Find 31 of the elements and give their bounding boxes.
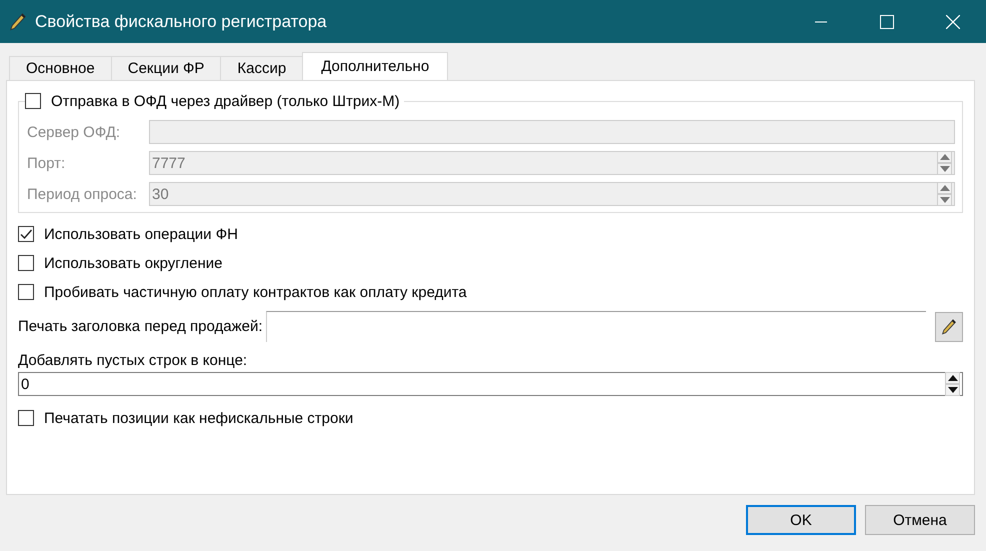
spin-field[interactable]: 7777 bbox=[149, 151, 955, 175]
close-icon[interactable] bbox=[946, 14, 960, 28]
pencil-icon[interactable] bbox=[941, 318, 957, 336]
checkbox[interactable] bbox=[18, 255, 34, 271]
input-field[interactable] bbox=[266, 311, 926, 342]
pencil-icon bbox=[9, 12, 27, 32]
field-label: Печать заголовка перед продажей: bbox=[18, 318, 263, 335]
spin-field[interactable]: 30 bbox=[149, 182, 955, 206]
spin-buttons[interactable] bbox=[945, 372, 960, 396]
checkbox-label: Использовать операции ФН bbox=[44, 226, 238, 242]
checkbox-label: Пробивать частичную оплату контрактов как оплату кредита bbox=[44, 284, 467, 300]
checkbox[interactable] bbox=[18, 226, 34, 242]
ok-button[interactable]: OK bbox=[746, 505, 856, 535]
cancel-button[interactable]: Отмена bbox=[865, 505, 975, 535]
spin-field[interactable]: 0 bbox=[18, 372, 963, 396]
checkbox[interactable] bbox=[18, 284, 34, 300]
checkbox[interactable] bbox=[18, 410, 34, 426]
checkbox-label: Печатать позиции как нефискальные строки bbox=[44, 410, 354, 426]
checkbox-label: Использовать округление bbox=[44, 254, 223, 272]
tab[interactable]: Дополнительно bbox=[302, 52, 448, 80]
tab[interactable]: Основное bbox=[9, 56, 112, 80]
edit-button[interactable] bbox=[935, 312, 963, 342]
field-label: Порт: bbox=[27, 154, 66, 172]
field-label: Период опроса: bbox=[27, 186, 138, 202]
field-label: Добавлять пустых строк в конце: bbox=[18, 352, 248, 369]
checkbox-label: Отправка в ОФД через драйвер (только Штрих-М) bbox=[51, 92, 400, 110]
window-title: Свойства фискального регистратора bbox=[35, 12, 328, 32]
field-label: Сервер ОФД: bbox=[27, 124, 122, 140]
input-field[interactable] bbox=[149, 120, 955, 144]
checkbox[interactable] bbox=[25, 93, 41, 109]
maximize-icon[interactable] bbox=[880, 14, 894, 28]
